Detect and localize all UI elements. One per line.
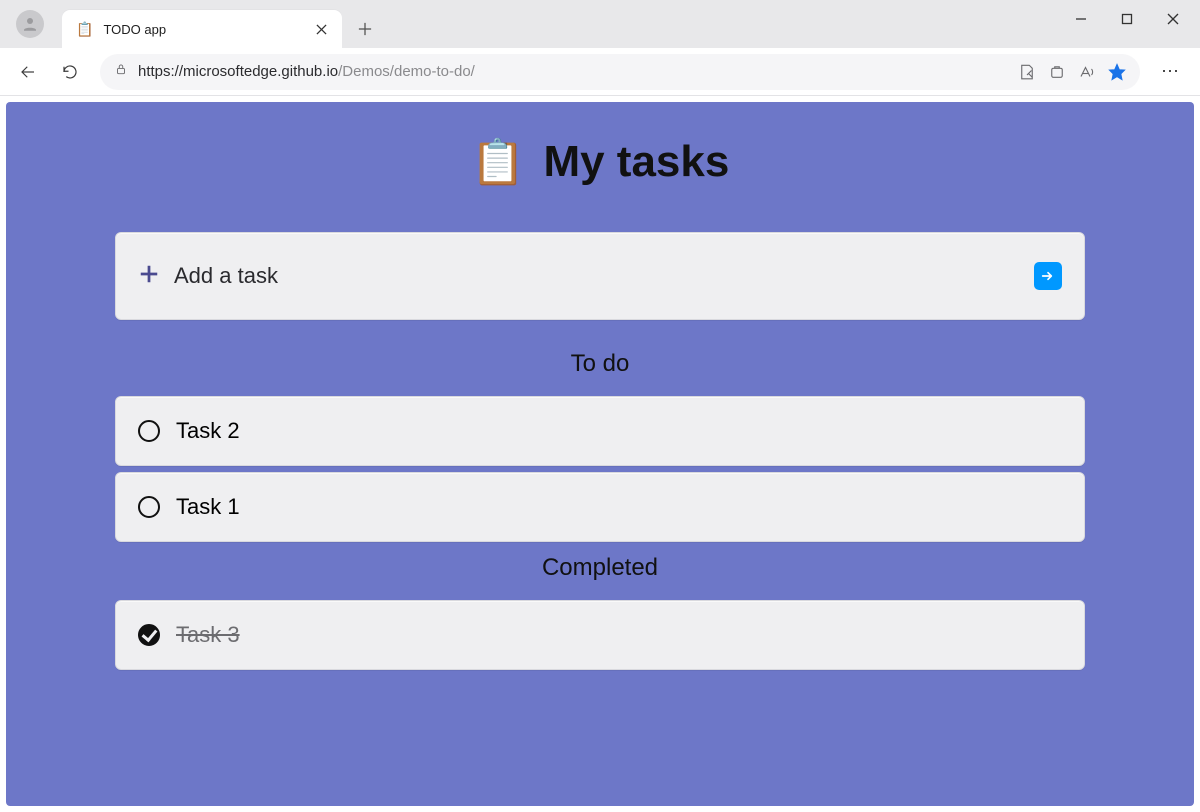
section-heading-completed: Completed [115, 554, 1085, 582]
address-actions [1018, 63, 1126, 81]
lock-icon [114, 62, 128, 81]
profile-avatar[interactable] [16, 10, 44, 38]
task-label: Task 3 [176, 622, 240, 648]
back-button[interactable] [10, 54, 46, 90]
refresh-button[interactable] [52, 54, 88, 90]
add-task-input[interactable] [174, 263, 1020, 289]
more-menu-button[interactable]: ⋯ [1152, 54, 1190, 90]
section-heading-todo: To do [115, 350, 1085, 378]
plus-icon [138, 263, 160, 290]
read-aloud-icon[interactable] [1078, 63, 1096, 81]
new-tab-button[interactable] [348, 12, 382, 46]
tab-title: TODO app [103, 22, 300, 37]
window-close-button[interactable] [1150, 3, 1196, 35]
task-row[interactable]: Task 2 [115, 396, 1085, 466]
page-root: 📋 My tasks To do Task 2 Task 1 [6, 102, 1194, 806]
browser-viewport: 📋 My tasks To do Task 2 Task 1 [0, 96, 1200, 812]
browser-tab[interactable]: 📋 TODO app [62, 10, 342, 48]
address-url-host: https://microsoftedge.github.io [138, 63, 338, 80]
favorite-star-icon[interactable] [1108, 63, 1126, 81]
add-task-bar [115, 232, 1085, 320]
clipboard-icon: 📋 [471, 136, 526, 188]
task-checkbox-checked[interactable] [138, 624, 160, 646]
add-task-submit-button[interactable] [1034, 262, 1062, 290]
task-row[interactable]: Task 3 [115, 600, 1085, 670]
browser-toolbar: https://microsoftedge.github.io/Demos/de… [0, 48, 1200, 96]
app-install-icon[interactable] [1048, 63, 1066, 81]
tab-favicon-icon: 📋 [76, 21, 93, 38]
page-title-text: My tasks [543, 137, 729, 187]
address-bar[interactable]: https://microsoftedge.github.io/Demos/de… [100, 54, 1140, 90]
task-row[interactable]: Task 1 [115, 472, 1085, 542]
task-label: Task 2 [176, 418, 240, 444]
window-maximize-button[interactable] [1104, 3, 1150, 35]
task-checkbox[interactable] [138, 420, 160, 442]
address-url-path: /Demos/demo-to-do/ [338, 63, 475, 80]
window-minimize-button[interactable] [1058, 3, 1104, 35]
tab-close-button[interactable] [310, 18, 332, 40]
address-url: https://microsoftedge.github.io/Demos/de… [138, 63, 1008, 80]
page-title: 📋 My tasks [115, 136, 1085, 188]
window-titlebar: 📋 TODO app [0, 0, 1200, 48]
edit-page-icon[interactable] [1018, 63, 1036, 81]
task-checkbox[interactable] [138, 496, 160, 518]
task-label: Task 1 [176, 494, 240, 520]
window-controls [1058, 0, 1196, 48]
